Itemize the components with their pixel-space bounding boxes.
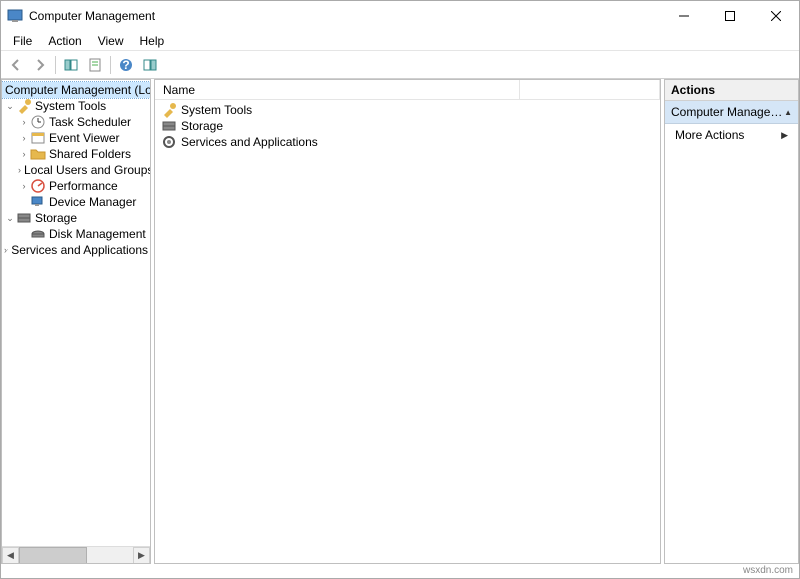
tree-label: Computer Management (Local: [5, 83, 151, 97]
tree-item-disk-management[interactable]: Disk Management: [2, 226, 150, 242]
help-button[interactable]: ?: [115, 54, 137, 76]
menu-action[interactable]: Action: [40, 32, 89, 50]
tree-item-local-users[interactable]: › Local Users and Groups: [2, 162, 150, 178]
chevron-right-icon: ▶: [781, 130, 788, 141]
expander-open-icon[interactable]: ⌄: [4, 213, 16, 224]
list-header: Name: [155, 80, 660, 100]
scroll-track[interactable]: [19, 547, 133, 564]
clock-icon: [30, 114, 46, 130]
tree-pane: Computer Management (Local ⌄ System Tool…: [1, 79, 151, 564]
forward-button[interactable]: [29, 54, 51, 76]
toolbar-separator: [110, 56, 111, 74]
list-item[interactable]: Storage: [159, 118, 656, 134]
actions-pane: Actions Computer Management (L... ▲ More…: [664, 79, 799, 564]
expander-closed-icon[interactable]: ›: [18, 181, 30, 191]
menu-bar: File Action View Help: [1, 31, 799, 51]
tree-label: Device Manager: [49, 195, 136, 209]
window-controls: [661, 1, 799, 31]
performance-icon: [30, 178, 46, 194]
tree-label: Performance: [49, 179, 118, 193]
tree-item-services-apps[interactable]: › Services and Applications: [2, 242, 150, 258]
services-icon: [7, 242, 8, 258]
tree-label: Shared Folders: [49, 147, 131, 161]
device-icon: [30, 194, 46, 210]
tree-item-task-scheduler[interactable]: › Task Scheduler: [2, 114, 150, 130]
tree-item-performance[interactable]: › Performance: [2, 178, 150, 194]
properties-button[interactable]: [84, 54, 106, 76]
menu-help[interactable]: Help: [132, 32, 173, 50]
tree-item-device-manager[interactable]: Device Manager: [2, 194, 150, 210]
tree-item-shared-folders[interactable]: › Shared Folders: [2, 146, 150, 162]
actions-item-label: More Actions: [675, 128, 744, 142]
tree-item-event-viewer[interactable]: › Event Viewer: [2, 130, 150, 146]
expander-closed-icon[interactable]: ›: [18, 117, 30, 127]
horizontal-scrollbar[interactable]: ◀ ▶: [2, 546, 150, 563]
window-title: Computer Management: [29, 9, 661, 23]
tree-label: Task Scheduler: [49, 115, 131, 129]
tree-item-storage[interactable]: ⌄ Storage: [2, 210, 150, 226]
list-body[interactable]: System Tools Storage Services and Applic…: [155, 100, 660, 563]
expander-closed-icon[interactable]: ›: [18, 133, 30, 143]
list-item[interactable]: Services and Applications: [159, 134, 656, 150]
menu-file[interactable]: File: [5, 32, 40, 50]
toolbar-separator: [55, 56, 56, 74]
tools-icon: [16, 98, 32, 114]
minimize-button[interactable]: [661, 1, 707, 31]
storage-icon: [16, 210, 32, 226]
services-icon: [161, 134, 177, 150]
scroll-thumb[interactable]: [19, 547, 87, 564]
list-pane: Name System Tools Storage Services and A…: [154, 79, 661, 564]
disk-icon: [30, 226, 46, 242]
tree-label: Storage: [35, 211, 77, 225]
tree-label: Disk Management: [49, 227, 146, 241]
list-item[interactable]: System Tools: [159, 102, 656, 118]
scroll-left-button[interactable]: ◀: [2, 547, 19, 564]
expander-closed-icon[interactable]: ›: [18, 165, 21, 175]
actions-more-actions[interactable]: More Actions ▶: [665, 124, 798, 146]
watermark: wsxdn.com: [743, 565, 793, 576]
toolbar: ?: [1, 51, 799, 79]
expander-open-icon[interactable]: ⌄: [4, 101, 16, 112]
actions-section[interactable]: Computer Management (L... ▲: [665, 101, 798, 124]
folder-share-icon: [30, 146, 46, 162]
list-item-label: System Tools: [181, 103, 252, 117]
show-hide-action-button[interactable]: [139, 54, 161, 76]
list-item-label: Services and Applications: [181, 135, 318, 149]
maximize-button[interactable]: [707, 1, 753, 31]
close-button[interactable]: [753, 1, 799, 31]
actions-header: Actions: [665, 80, 798, 101]
title-bar: Computer Management: [1, 1, 799, 31]
navigation-tree[interactable]: Computer Management (Local ⌄ System Tool…: [2, 80, 150, 546]
menu-view[interactable]: View: [90, 32, 132, 50]
tree-item-root[interactable]: Computer Management (Local: [2, 82, 150, 98]
back-button[interactable]: [5, 54, 27, 76]
tree-label: Local Users and Groups: [24, 163, 151, 177]
collapse-icon[interactable]: ▲: [784, 108, 792, 117]
app-icon: [7, 8, 23, 24]
tools-icon: [161, 102, 177, 118]
event-icon: [30, 130, 46, 146]
actions-section-label: Computer Management (L...: [671, 105, 784, 119]
tree-label: Services and Applications: [11, 243, 148, 257]
scroll-right-button[interactable]: ▶: [133, 547, 150, 564]
tree-label: System Tools: [35, 99, 106, 113]
tree-label: Event Viewer: [49, 131, 119, 145]
storage-icon: [161, 118, 177, 134]
list-item-label: Storage: [181, 119, 223, 133]
main-content: Computer Management (Local ⌄ System Tool…: [1, 79, 799, 564]
column-blank[interactable]: [520, 80, 660, 99]
show-hide-tree-button[interactable]: [60, 54, 82, 76]
expander-closed-icon[interactable]: ›: [18, 149, 30, 159]
tree-item-system-tools[interactable]: ⌄ System Tools: [2, 98, 150, 114]
column-name[interactable]: Name: [155, 80, 520, 99]
svg-text:?: ?: [122, 58, 129, 72]
